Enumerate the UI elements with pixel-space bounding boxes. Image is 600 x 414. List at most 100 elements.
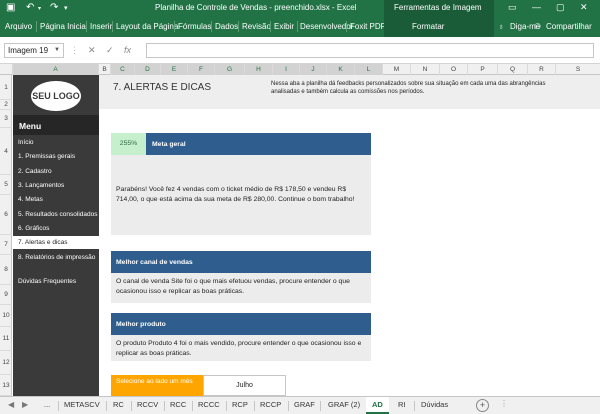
- tab-formulas[interactable]: Fórmulas: [178, 22, 211, 31]
- sheet-tab[interactable]: GRAF: [294, 400, 315, 409]
- enter-icon[interactable]: ✓: [106, 45, 114, 56]
- column-header[interactable]: S: [556, 64, 600, 75]
- page-header: 7. ALERTAS E DICAS Nessa aba a planilha …: [99, 75, 600, 109]
- sheet-tab[interactable]: RI: [398, 400, 406, 409]
- close-icon[interactable]: ✕: [580, 2, 588, 13]
- insert-function-icon[interactable]: fx: [124, 45, 131, 55]
- ribbon-options-icon[interactable]: ▭: [508, 2, 517, 13]
- sheet-tab[interactable]: GRAF (2): [328, 400, 360, 409]
- formula-input[interactable]: [146, 43, 594, 58]
- tab-layout-da-pagina[interactable]: Layout da Página: [116, 22, 178, 31]
- share-button[interactable]: Compartilhar: [546, 22, 592, 31]
- tab-separator: [131, 401, 132, 411]
- sheet-tab[interactable]: RCCC: [198, 400, 220, 409]
- row-header[interactable]: 4: [0, 128, 12, 175]
- sidebar-item-lancamentos[interactable]: 3. Lançamentos: [13, 179, 99, 192]
- column-header[interactable]: P: [468, 64, 498, 75]
- row-header[interactable]: 5: [0, 175, 12, 195]
- tab-dados[interactable]: Dados: [215, 22, 238, 31]
- tab-inserir[interactable]: Inserir: [90, 22, 112, 31]
- sheet-tab[interactable]: RCCV: [137, 400, 158, 409]
- sidebar-item-inicio[interactable]: Início: [13, 136, 99, 149]
- sheet-tab[interactable]: RCP: [232, 400, 248, 409]
- tab-foxit-pdf[interactable]: Foxit PDF: [350, 22, 386, 31]
- tab-separator: [414, 401, 415, 411]
- sidebar-item-relatorios-de-impressao[interactable]: 8. Relatórios de impressão: [13, 251, 99, 264]
- tab-bar-resize-icon[interactable]: ⋮: [500, 399, 508, 408]
- row-header[interactable]: 11: [0, 327, 12, 351]
- tab-separator: [164, 401, 165, 411]
- sheet-tab[interactable]: METASCV: [64, 400, 100, 409]
- sheet-tab[interactable]: RCC: [170, 400, 186, 409]
- sheet-tab[interactable]: Dúvidas: [421, 400, 448, 409]
- title-bar: ▣ ↶ ▾ ↷ ▾ Planilha de Controle de Vendas…: [0, 0, 600, 16]
- minimize-icon[interactable]: —: [532, 2, 541, 12]
- undo-icon[interactable]: ↶: [26, 2, 34, 13]
- sidebar-item-alertas-e-dicas[interactable]: 7. Alertas e dicas: [13, 236, 99, 249]
- card-body: O canal de venda Site foi o que mais efe…: [111, 273, 371, 303]
- scroll-right-icon[interactable]: ▶: [22, 400, 28, 409]
- cancel-icon[interactable]: ✕: [88, 45, 96, 56]
- row-header[interactable]: 3: [0, 110, 12, 128]
- sheet-tab[interactable]: RCCP: [260, 400, 281, 409]
- worksheet[interactable]: SEU LOGO Menu Início 1. Premissas gerais…: [13, 75, 600, 396]
- tab-separator: [288, 401, 289, 411]
- chevron-down-icon[interactable]: ▼: [54, 47, 60, 53]
- sidebar-item-cadastro[interactable]: 2. Cadastro: [13, 165, 99, 178]
- tab-arquivo[interactable]: Arquivo: [5, 22, 32, 31]
- tab-formatar[interactable]: Formatar: [384, 16, 494, 37]
- redo-icon[interactable]: ↷: [50, 2, 58, 13]
- row-header[interactable]: 8: [0, 255, 12, 285]
- tab-exibir[interactable]: Exibir: [274, 22, 294, 31]
- row-header[interactable]: 13: [0, 375, 12, 396]
- row-header[interactable]: 1: [0, 75, 12, 100]
- row-header[interactable]: 12: [0, 351, 12, 375]
- column-header[interactable]: K: [327, 64, 355, 75]
- sidebar-item-premissas-gerais[interactable]: 1. Premissas gerais: [13, 150, 99, 163]
- name-box[interactable]: Imagem 19 ▼: [4, 43, 64, 58]
- column-header[interactable]: H: [245, 64, 273, 75]
- add-sheet-button[interactable]: +: [476, 399, 489, 412]
- sidebar-item-graficos[interactable]: 6. Gráficos: [13, 222, 99, 235]
- select-all-corner[interactable]: [0, 64, 13, 75]
- row-header[interactable]: 9: [0, 285, 12, 305]
- column-header[interactable]: B: [99, 64, 111, 75]
- row-header[interactable]: 6: [0, 195, 12, 235]
- column-header[interactable]: O: [440, 64, 468, 75]
- sidebar-item-duvidas-frequentes[interactable]: Dúvidas Frequentes: [13, 275, 99, 288]
- column-header[interactable]: E: [161, 64, 188, 75]
- column-header[interactable]: F: [188, 64, 215, 75]
- column-header[interactable]: M: [383, 64, 411, 75]
- customize-toolbar-icon[interactable]: ▾: [64, 4, 68, 12]
- sidebar-item-metas[interactable]: 4. Metas: [13, 193, 99, 206]
- column-header[interactable]: A: [13, 64, 99, 75]
- column-header[interactable]: I: [273, 64, 300, 75]
- column-header[interactable]: L: [355, 64, 383, 75]
- month-select[interactable]: Julho: [203, 375, 286, 396]
- column-header[interactable]: C: [111, 64, 135, 75]
- tab-revisao[interactable]: Revisão: [242, 22, 271, 31]
- scroll-left-icon[interactable]: ◀: [8, 400, 14, 409]
- sheet-tab[interactable]: RC: [113, 400, 124, 409]
- column-header[interactable]: Q: [498, 64, 528, 75]
- row-header[interactable]: 10: [0, 305, 12, 327]
- tab-separator: [112, 21, 113, 32]
- sidebar-item-resultados-consolidados[interactable]: 5. Resultados consolidados: [13, 208, 99, 221]
- context-tab-label: Ferramentas de Imagem: [384, 0, 494, 16]
- column-header[interactable]: G: [215, 64, 245, 75]
- undo-dropdown-icon[interactable]: ▾: [38, 5, 41, 12]
- save-icon[interactable]: ▣: [6, 2, 15, 13]
- sheet-tabs-more[interactable]: ...: [44, 400, 50, 409]
- column-header[interactable]: D: [135, 64, 161, 75]
- sheet-tab-active[interactable]: AD: [366, 397, 389, 414]
- drag-handle-icon[interactable]: ⋮: [70, 45, 79, 56]
- column-header[interactable]: R: [528, 64, 556, 75]
- meta-percent-badge: 255%: [111, 133, 146, 155]
- row-header[interactable]: 2: [0, 100, 12, 110]
- column-header[interactable]: N: [411, 64, 440, 75]
- row-header[interactable]: 7: [0, 235, 12, 255]
- maximize-icon[interactable]: ▢: [556, 2, 565, 13]
- column-header[interactable]: J: [300, 64, 327, 75]
- tab-pagina-inicial[interactable]: Página Inicial: [40, 22, 88, 31]
- column-headers: A B C D E F G H I J K L M N O P Q R S: [0, 64, 600, 75]
